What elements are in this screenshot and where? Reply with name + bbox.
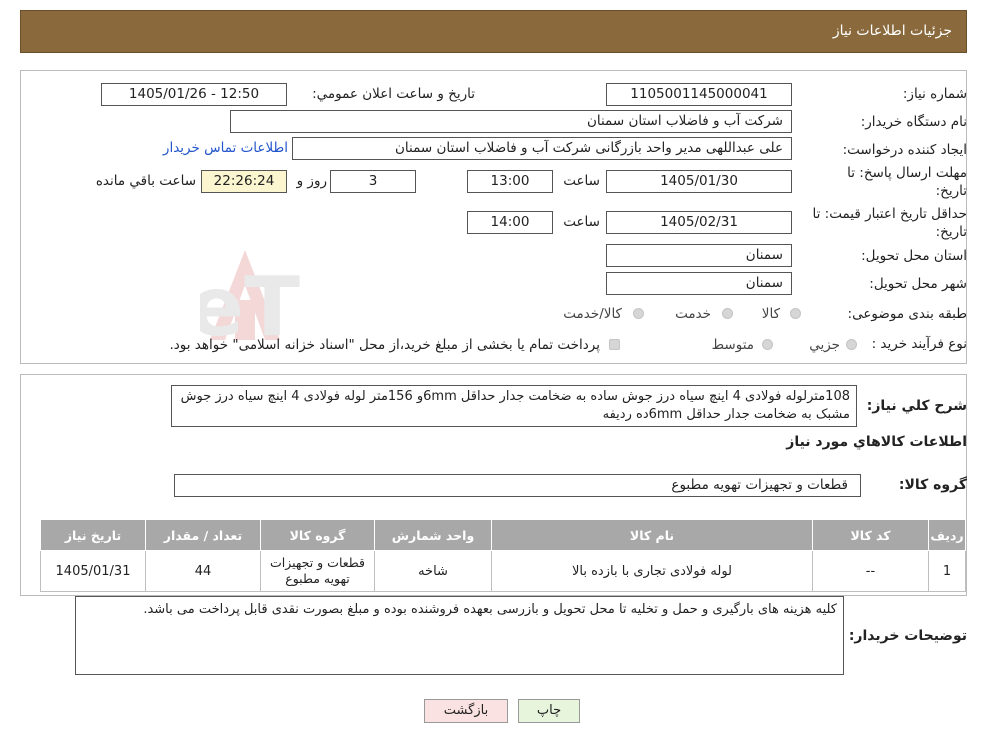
buyer-notes-textarea[interactable]: کلیه هزینه های بارگیری و حمل و تخلیه تا … bbox=[75, 596, 844, 675]
cell-group: قطعات و تجهيزات تهويه مطبوع bbox=[260, 550, 375, 592]
goods-group-field: قطعات و تجهیزات تهویه مطبوع bbox=[174, 474, 861, 497]
category-service-radio[interactable] bbox=[722, 308, 733, 319]
table-header-row: رديف کد کالا نام کالا واحد شمارش گروه کا… bbox=[40, 519, 966, 551]
deadline-time-field: 13:00 bbox=[467, 170, 553, 193]
category-goods-radio[interactable] bbox=[790, 308, 801, 319]
deadline-time-label: ساعت bbox=[563, 173, 600, 189]
province-field: سمنان bbox=[606, 244, 792, 267]
remaining-time-label: ساعت باقي مانده bbox=[95, 173, 196, 189]
col-row: رديف bbox=[928, 519, 966, 551]
print-button[interactable]: چاپ bbox=[518, 699, 580, 723]
cell-row: 1 bbox=[928, 550, 966, 592]
category-both-label: کالا/خدمت bbox=[563, 306, 622, 322]
process-medium-radio[interactable] bbox=[762, 339, 773, 350]
announce-field: 1405/01/26 - 12:50 bbox=[101, 83, 287, 106]
cell-code: -- bbox=[812, 550, 929, 592]
buyer-org-label: نام دستگاه خريدار: bbox=[860, 114, 967, 130]
requester-label: ايجاد کننده درخواست: bbox=[842, 142, 967, 158]
validity-time-label: ساعت bbox=[563, 214, 600, 230]
process-type-label: نوع فرآيند خريد : bbox=[871, 336, 967, 352]
category-service-label: خدمت bbox=[675, 306, 711, 322]
deadline-label-date: تاریخ: bbox=[935, 183, 967, 199]
deadline-label: مهلت ارسال پاسخ: تا bbox=[847, 165, 967, 181]
category-label: طبقه بندی موضوعی: bbox=[847, 306, 967, 322]
validity-time-field: 14:00 bbox=[467, 211, 553, 234]
province-label: استان محل تحويل: bbox=[861, 248, 967, 264]
validity-label-date: تاریخ: bbox=[935, 224, 967, 240]
col-code: کد کالا bbox=[812, 519, 929, 551]
city-field: سمنان bbox=[606, 272, 792, 295]
page-header: جزئیات اطلاعات نیاز bbox=[20, 10, 967, 53]
cell-name: لوله فولادی تجاری با بازده بالا bbox=[491, 550, 813, 592]
announce-label: تاریخ و ساعت اعلان عمومي: bbox=[312, 86, 475, 102]
summary-textarea[interactable]: 108مترلوله فولادی 4 اینچ سیاه درز جوش سا… bbox=[171, 385, 857, 427]
items-table: رديف کد کالا نام کالا واحد شمارش گروه کا… bbox=[40, 519, 966, 592]
validity-label: حداقل تاريخ اعتبار قيمت: تا bbox=[812, 206, 967, 222]
process-partial-label: جزيي bbox=[809, 337, 840, 353]
buyer-notes-label: توضيحات خريدار: bbox=[848, 628, 967, 644]
table-row: 1 -- لوله فولادی تجاری با بازده بالا شاخ… bbox=[40, 550, 966, 592]
days-remaining-field: 3 bbox=[330, 170, 416, 193]
col-date: تاريخ نياز bbox=[40, 519, 146, 551]
category-goods-label: کالا bbox=[761, 306, 780, 322]
back-button[interactable]: بازگشت bbox=[424, 699, 508, 723]
deadline-date-field: 1405/01/30 bbox=[606, 170, 792, 193]
treasury-note: پرداخت تمام يا بخشی از مبلغ خريد،از محل … bbox=[169, 337, 600, 353]
cell-date: 1405/01/31 bbox=[40, 550, 146, 592]
process-medium-label: متوسط bbox=[711, 337, 754, 353]
goods-group-label: گروه کالا: bbox=[898, 477, 967, 493]
city-label: شهر محل تحويل: bbox=[869, 276, 967, 292]
process-partial-radio[interactable] bbox=[846, 339, 857, 350]
need-number-label: شماره نیاز: bbox=[902, 86, 967, 102]
buyer-org-field: شرکت آب و فاضلاب استان سمنان bbox=[230, 110, 792, 133]
buyer-contact-link[interactable]: اطلاعات تماس خريدار bbox=[163, 140, 288, 156]
treasury-checkbox[interactable] bbox=[609, 339, 620, 350]
col-name: نام کالا bbox=[491, 519, 813, 551]
days-label: روز و bbox=[296, 173, 327, 189]
requester-field: علی عبداللهی مدیر واحد بازرگانی شرکت آب … bbox=[292, 137, 792, 160]
cell-unit: شاخه bbox=[374, 550, 492, 592]
page-title: جزئیات اطلاعات نیاز bbox=[832, 23, 952, 39]
col-qty: تعداد / مقدار bbox=[145, 519, 261, 551]
category-both-radio[interactable] bbox=[633, 308, 644, 319]
col-unit: واحد شمارش bbox=[374, 519, 492, 551]
validity-date-field: 1405/02/31 bbox=[606, 211, 792, 234]
cell-qty: 44 bbox=[145, 550, 261, 592]
summary-label: شرح کلي نياز: bbox=[866, 398, 967, 414]
need-number-field: 1105001145000041 bbox=[606, 83, 792, 106]
remaining-time-field: 22:26:24 bbox=[201, 170, 287, 193]
col-group: گروه کالا bbox=[260, 519, 375, 551]
goods-info-title: اطلاعات کالاهاي مورد نياز bbox=[786, 434, 967, 450]
